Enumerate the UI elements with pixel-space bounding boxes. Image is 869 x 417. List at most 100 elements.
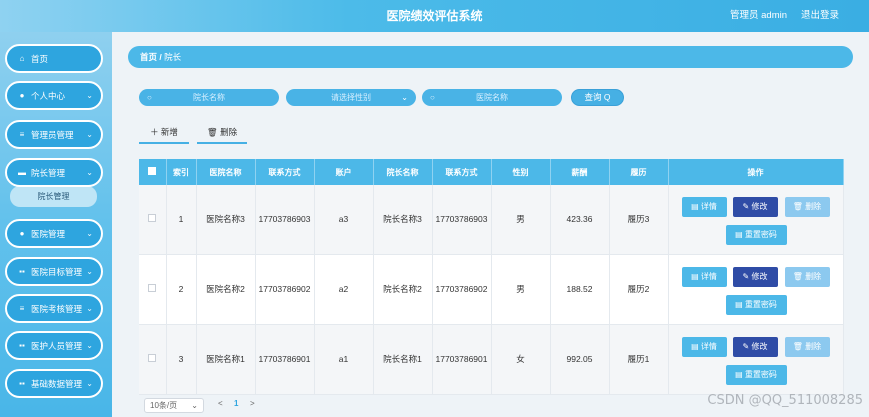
- sidebar-item[interactable]: ⌂ 首页: [5, 44, 103, 73]
- chevron-down-icon: ⌄: [86, 341, 93, 350]
- reset-password-button[interactable]: ▤ 重置密码: [725, 225, 787, 245]
- chevron-down-icon: ⌄: [86, 304, 93, 313]
- column-header: 索引: [166, 159, 197, 185]
- sidebar-item-label: 医院考核管理: [31, 303, 83, 314]
- column-header: 薪酬: [550, 159, 610, 185]
- sidebar-item-label: 首页: [31, 53, 49, 64]
- add-button[interactable]: ＋ 新增: [139, 125, 189, 144]
- cell-gender: 男: [491, 254, 551, 325]
- column-header: 性别: [491, 159, 551, 185]
- home-icon: ⌂: [19, 54, 25, 63]
- column-header: 院长名称: [373, 159, 433, 185]
- cell-phone2: 17703786902: [432, 254, 492, 325]
- table-header-row: 索引 医院名称 联系方式 账户 院长名称 联系方式 性别 薪酬 履历 操作: [139, 159, 844, 185]
- sidebar-item[interactable]: ● 个人中心 ⌄: [5, 81, 103, 110]
- principal-table: 索引 医院名称 联系方式 账户 院长名称 联系方式 性别 薪酬 履历 操作 1医…: [139, 159, 844, 395]
- chevron-down-icon: ⌄: [401, 93, 408, 102]
- watermark: CSDN @QQ_511008285: [707, 393, 863, 408]
- chevron-down-icon: ⌄: [86, 267, 93, 276]
- gender-select[interactable]: 请选择性别 ⌄: [286, 89, 416, 106]
- cell-account: a1: [314, 324, 374, 395]
- row-checkbox[interactable]: [139, 324, 167, 395]
- column-header: 医院名称: [196, 159, 256, 185]
- column-header: 操作: [668, 159, 844, 185]
- detail-button[interactable]: ▤ 详情: [681, 267, 727, 287]
- column-header: 联系方式: [255, 159, 315, 185]
- submenu-item-principal[interactable]: 院长管理: [10, 186, 97, 207]
- list-icon: ≡: [19, 130, 25, 139]
- reset-password-button[interactable]: ▤ 重置密码: [725, 295, 787, 315]
- detail-button[interactable]: ▤ 详情: [681, 337, 727, 357]
- chevron-down-icon: ⌄: [86, 229, 93, 238]
- next-page-button[interactable]: >: [250, 399, 255, 408]
- cell-salary: 423.36: [550, 185, 610, 255]
- cell-phone2: 17703786903: [432, 185, 492, 255]
- sidebar-item[interactable]: ≡ 医院考核管理 ⌄: [5, 294, 103, 323]
- prev-page-button[interactable]: <: [218, 399, 223, 408]
- sidebar-item[interactable]: ▪▪ 医护人员管理 ⌄: [5, 331, 103, 360]
- sidebar-item-label: 医院管理: [31, 228, 66, 239]
- page-size-select[interactable]: 10条/页 ⌄: [144, 398, 204, 413]
- hospital-name-input[interactable]: ○ 医院名称: [422, 89, 562, 106]
- cell-phone1: 17703786903: [255, 185, 315, 255]
- table-row: 2 医院名称2 17703786902 a2 院长名称2 17703786902 男 188.…: [139, 254, 844, 325]
- edit-button[interactable]: ✎ 修改: [732, 197, 778, 217]
- cell-operations: ▤ 详情 ✎ 修改 🗑 删除 ▤ 重置密码: [668, 185, 844, 255]
- breadcrumb-separator: /: [159, 52, 162, 62]
- bulb-icon: ●: [19, 229, 25, 238]
- page-number[interactable]: 1: [234, 399, 238, 408]
- current-user: 管理员 admin: [729, 10, 787, 21]
- batch-delete-button[interactable]: 🗑 删除: [197, 125, 247, 144]
- table-row: 1 医院名称3 17703786903 a3 院长名称3 17703786903 男 423.…: [139, 185, 844, 255]
- cell-resume: 履历3: [609, 185, 669, 255]
- delete-button[interactable]: 🗑 删除: [784, 337, 830, 357]
- breadcrumb: 首页 / 院长: [128, 46, 853, 68]
- table-row: 3 医院名称1 17703786901 a1 院长名称1 17703786901 女 992.…: [139, 324, 844, 395]
- cell-resume: 履历1: [609, 324, 669, 395]
- sidebar-item[interactable]: ≡ 管理员管理 ⌄: [5, 120, 103, 149]
- cell-hospital: 医院名称2: [196, 254, 256, 325]
- cell-hospital: 医院名称1: [196, 324, 256, 395]
- column-header: 履历: [609, 159, 669, 185]
- sidebar-item[interactable]: ▬ 院长管理 ⌄: [5, 158, 103, 187]
- cell-index: 1: [166, 185, 197, 255]
- cell-name: 院长名称2: [373, 254, 433, 325]
- cell-gender: 女: [491, 324, 551, 395]
- sidebar-item-label: 管理员管理: [31, 129, 74, 140]
- chevron-down-icon: ⌄: [86, 379, 93, 388]
- grid-icon: ▪▪: [19, 379, 25, 388]
- column-header: 联系方式: [432, 159, 492, 185]
- sidebar-item[interactable]: ● 医院管理 ⌄: [5, 219, 103, 248]
- column-header: 账户: [314, 159, 374, 185]
- delete-button[interactable]: 🗑 删除: [784, 267, 830, 287]
- logout-link[interactable]: 退出登录: [801, 0, 839, 32]
- edit-button[interactable]: ✎ 修改: [732, 267, 778, 287]
- principal-name-input[interactable]: ○ 院长名称: [139, 89, 279, 106]
- sidebar-item-label: 个人中心: [31, 90, 66, 101]
- cell-salary: 992.05: [550, 324, 610, 395]
- cell-account: a3: [314, 185, 374, 255]
- cell-account: a2: [314, 254, 374, 325]
- sidebar: 院长管理 ⌂ 首页 ● 个人中心 ⌄ ≡ 管理员管理 ⌄ ▬ 院长管理 ⌄ ● 医院管理 ⌄ ▪▪ 医院目标管…: [0, 32, 112, 417]
- sidebar-item-label: 医院目标管理: [31, 266, 83, 277]
- sidebar-item-label: 医护人员管理: [31, 340, 83, 351]
- edit-button[interactable]: ✎ 修改: [732, 337, 778, 357]
- sidebar-item[interactable]: ▪▪ 医院目标管理 ⌄: [5, 257, 103, 286]
- cell-resume: 履历2: [609, 254, 669, 325]
- sidebar-item[interactable]: ▪▪ 基础数据管理 ⌄: [5, 369, 103, 398]
- reset-password-button[interactable]: ▤ 重置密码: [725, 365, 787, 385]
- sidebar-item-label: 院长管理: [31, 167, 66, 178]
- breadcrumb-home[interactable]: 首页: [140, 52, 157, 62]
- cell-phone1: 17703786902: [255, 254, 315, 325]
- row-checkbox[interactable]: [139, 254, 167, 325]
- query-button[interactable]: 查询 Q: [571, 89, 624, 106]
- delete-button[interactable]: 🗑 删除: [784, 197, 830, 217]
- card-icon: ▬: [18, 168, 26, 177]
- select-all-checkbox[interactable]: [139, 159, 167, 185]
- row-checkbox[interactable]: [139, 185, 167, 255]
- chevron-down-icon: ⌄: [86, 130, 93, 139]
- cell-operations: ▤ 详情 ✎ 修改 🗑 删除 ▤ 重置密码: [668, 324, 844, 395]
- cell-phone1: 17703786901: [255, 324, 315, 395]
- detail-button[interactable]: ▤ 详情: [681, 197, 727, 217]
- chevron-down-icon: ⌄: [86, 168, 93, 177]
